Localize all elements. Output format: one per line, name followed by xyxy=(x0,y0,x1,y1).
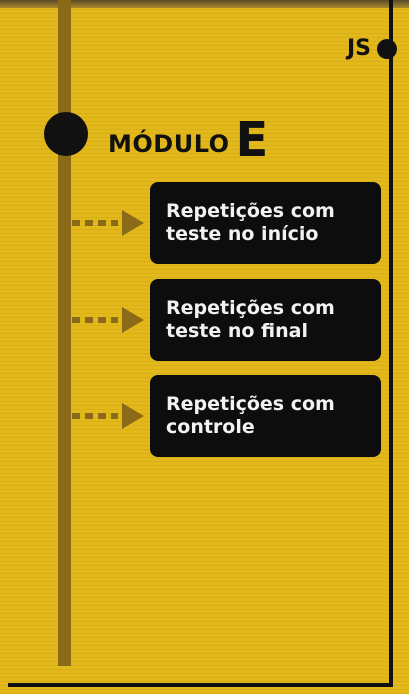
arrow-right-icon xyxy=(72,307,150,333)
arrow-right-icon xyxy=(72,210,150,236)
arrow-dashes xyxy=(72,220,118,226)
module-dot-icon xyxy=(44,112,88,156)
module-word: MÓDULO xyxy=(108,130,230,158)
topic-box: Repetições com controle xyxy=(150,375,381,457)
topic-line-2: controle xyxy=(166,416,255,438)
arrow-dashes xyxy=(72,413,118,419)
timeline-line xyxy=(58,0,71,666)
topic-line-1: Repetições com xyxy=(166,393,335,415)
arrow-head xyxy=(122,210,144,236)
module-heading: MÓDULO E xyxy=(108,112,269,168)
js-tag: JS xyxy=(347,36,397,62)
arrow-head xyxy=(122,403,144,429)
module-card: JS MÓDULO E Repetições com teste no iníc… xyxy=(0,0,409,694)
topic-line-1: Repetições com xyxy=(166,297,335,319)
js-tag-label: JS xyxy=(346,36,371,61)
arrow-right-icon xyxy=(72,403,150,429)
topic-line-1: Repetições com xyxy=(166,200,335,222)
topic-line-2: teste no início xyxy=(166,223,319,245)
arrow-head xyxy=(122,307,144,333)
arrow-dashes xyxy=(72,317,118,323)
topic-line-2: teste no final xyxy=(166,320,308,342)
topic-box: Repetições com teste no final xyxy=(150,279,381,361)
module-letter: E xyxy=(235,112,269,168)
js-tag-dot-icon xyxy=(377,39,397,59)
topic-box: Repetições com teste no início xyxy=(150,182,381,264)
